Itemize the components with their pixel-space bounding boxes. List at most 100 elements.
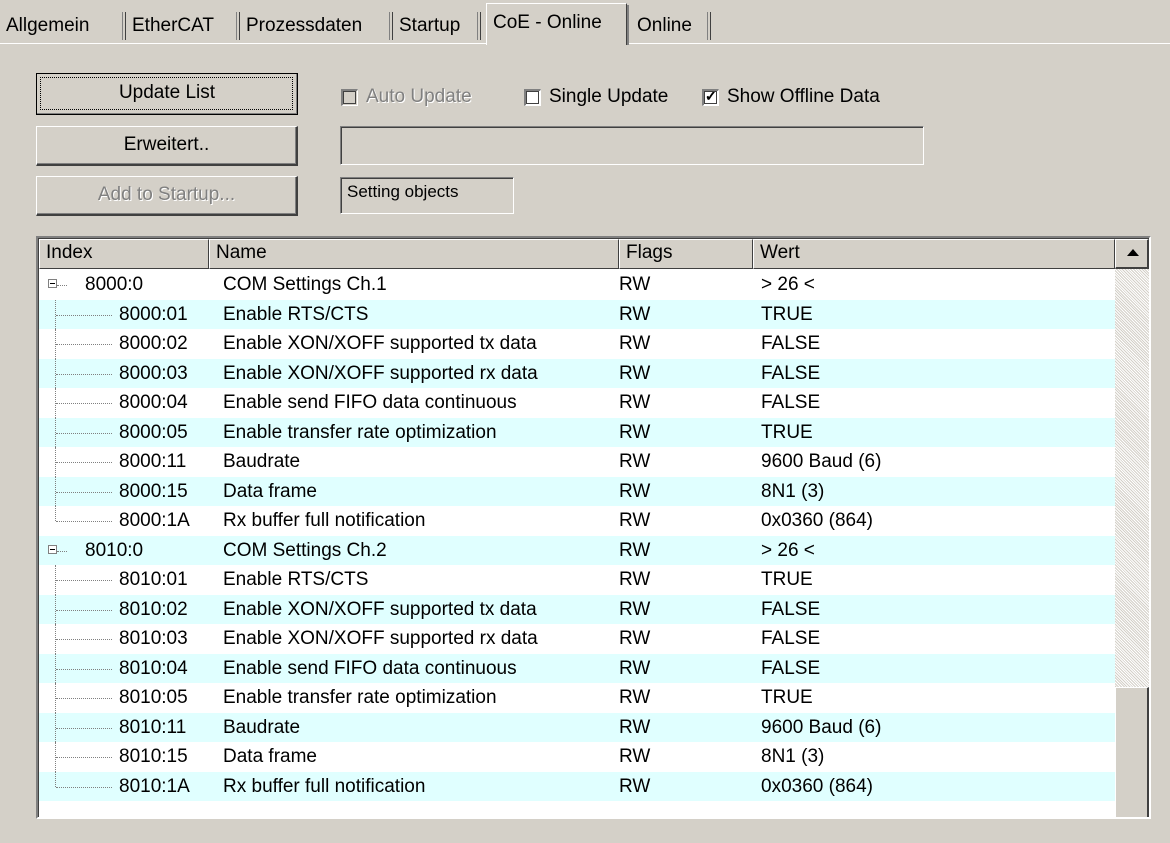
show-offline-data-checkbox[interactable]: ✓ Show Offline Data — [702, 84, 880, 110]
row-value: FALSE — [761, 598, 821, 620]
column-header-wert[interactable]: Wert — [753, 239, 1115, 269]
table-row[interactable]: 8000:04 Enable send FIFO data continuous R… — [39, 388, 1115, 418]
column-label: Index — [46, 242, 93, 263]
tab-label: Allgemein — [6, 15, 90, 36]
row-flags: RW — [619, 303, 651, 325]
table-row[interactable]: 8010:02 Enable XON/XOFF supported tx data… — [39, 594, 1115, 624]
tab-ethercat[interactable]: EtherCAT — [126, 10, 240, 43]
tree-connector — [56, 698, 112, 699]
update-list-label: Update List — [118, 82, 216, 103]
row-value: 8N1 (3) — [761, 746, 825, 767]
row-flags: RW — [619, 657, 651, 679]
row-flags: RW — [619, 687, 651, 708]
row-flags: RW — [619, 539, 651, 561]
table-row[interactable]: 8000:02 Enable XON/XOFF supported tx data… — [39, 329, 1115, 359]
row-flags: RW — [619, 510, 651, 531]
table-row[interactable]: 8010:01 Enable RTS/CTS RW TRUE — [39, 565, 1115, 595]
scroll-thumb[interactable] — [1115, 687, 1149, 817]
column-label: Name — [216, 242, 267, 263]
table-row[interactable]: 8010:05 Enable transfer rate optimization… — [39, 683, 1115, 713]
group-row[interactable]: 8000:0 COM Settings Ch.1 RW > 26 < — [39, 270, 1115, 300]
group-row[interactable]: 8010:0 COM Settings Ch.2 RW > 26 < — [39, 535, 1115, 565]
row-flags: RW — [619, 451, 651, 472]
scroll-up-button[interactable] — [1115, 239, 1149, 269]
table-row[interactable]: 8010:11 Baudrate RW 9600 Baud (6) — [39, 712, 1115, 742]
tab-bar: Allgemein EtherCAT Prozessdaten Startup … — [0, 0, 1170, 45]
add-to-startup-button[interactable]: Add to Startup... — [36, 176, 298, 216]
column-header-flags[interactable]: Flags — [619, 239, 753, 269]
column-header-name[interactable]: Name — [209, 239, 619, 269]
row-value: > 26 < — [761, 539, 815, 561]
object-list[interactable]: Index Name Flags Wert 8000:0 COM Settings… — [36, 236, 1151, 819]
tree-connector — [56, 639, 112, 640]
single-update-box[interactable] — [524, 88, 541, 106]
tree-connector — [56, 432, 112, 434]
row-flags: RW — [619, 598, 651, 620]
row-name: Enable transfer rate optimization — [223, 687, 497, 708]
show-offline-data-box[interactable]: ✓ — [702, 88, 719, 106]
tree-connector — [56, 462, 112, 463]
row-flags: RW — [619, 775, 651, 797]
auto-update-box[interactable] — [341, 88, 358, 106]
list-rows: 8000:0 COM Settings Ch.1 RW > 26 <8000:01 En… — [39, 270, 1115, 801]
row-flags: RW — [619, 746, 651, 767]
table-row[interactable]: 8000:1A Rx buffer full notification RW 0x03… — [39, 506, 1115, 536]
tab-prozessdaten[interactable]: Prozessdaten — [240, 10, 393, 43]
collapse-icon[interactable] — [48, 279, 57, 288]
row-flags: RW — [619, 569, 651, 590]
table-row[interactable]: 8000:11 Baudrate RW 9600 Baud (6) — [39, 447, 1115, 477]
table-row[interactable]: 8010:15 Data frame RW 8N1 (3) — [39, 742, 1115, 772]
table-row[interactable]: 8010:04 Enable send FIFO data continuous R… — [39, 653, 1115, 683]
tree-connector — [56, 609, 112, 611]
table-row[interactable]: 8010:03 Enable XON/XOFF supported rx data… — [39, 624, 1115, 654]
table-row[interactable]: 8000:03 Enable XON/XOFF supported rx data… — [39, 358, 1115, 388]
tree-connector — [56, 373, 112, 375]
tree-connector — [55, 771, 56, 787]
tab-online[interactable]: Online — [631, 10, 711, 43]
erweitert-button[interactable]: Erweitert.. — [36, 126, 298, 166]
row-name: Rx buffer full notification — [223, 775, 426, 797]
add-to-startup-label: Add to Startup... — [97, 184, 236, 205]
row-name: Baudrate — [223, 716, 301, 738]
row-name: Enable XON/XOFF supported rx data — [223, 628, 538, 649]
vertical-scrollbar[interactable] — [1115, 239, 1149, 817]
single-update-label: Single Update — [549, 86, 669, 107]
tab-label: EtherCAT — [132, 15, 215, 36]
row-value: TRUE — [761, 421, 813, 443]
table-row[interactable]: 8000:05 Enable transfer rate optimization… — [39, 417, 1115, 447]
row-value: FALSE — [761, 392, 821, 413]
row-value: 9600 Baud (6) — [761, 451, 882, 472]
row-name: Enable send FIFO data continuous — [223, 392, 517, 413]
status-field — [340, 126, 924, 165]
tree-connector — [56, 727, 112, 729]
tab-startup[interactable]: Startup — [393, 10, 481, 43]
row-flags: RW — [619, 362, 651, 384]
update-list-button[interactable]: Update List — [36, 73, 298, 115]
auto-update-checkbox[interactable]: Auto Update — [341, 84, 472, 110]
collapse-icon[interactable] — [48, 544, 57, 554]
tree-connector — [57, 550, 67, 552]
row-flags: RW — [619, 716, 651, 738]
single-update-checkbox[interactable]: Single Update — [524, 84, 668, 110]
tree-connector — [56, 757, 112, 758]
row-flags: RW — [619, 274, 651, 295]
column-label: Wert — [760, 242, 800, 263]
row-name: Enable XON/XOFF supported tx data — [223, 598, 537, 620]
tree-connector — [56, 403, 112, 404]
arrow-up-icon — [1127, 249, 1139, 256]
table-row[interactable]: 8000:15 Data frame RW 8N1 (3) — [39, 476, 1115, 506]
tab-allgemein[interactable]: Allgemein — [0, 10, 126, 43]
row-flags: RW — [619, 480, 651, 502]
column-header-index[interactable]: Index — [39, 239, 209, 269]
tree-connector — [56, 491, 112, 493]
table-row[interactable]: 8010:1A Rx buffer full notification RW 0x03… — [39, 771, 1115, 801]
row-name: Data frame — [223, 480, 317, 502]
row-name: COM Settings Ch.2 — [223, 539, 387, 561]
tree-connector — [55, 506, 56, 521]
table-row[interactable]: 8000:01 Enable RTS/CTS RW TRUE — [39, 299, 1115, 329]
tab-coe-online[interactable]: CoE - Online — [486, 3, 629, 45]
row-flags: RW — [619, 421, 651, 443]
setting-objects-field: Setting objects — [340, 177, 514, 214]
row-name: Enable transfer rate optimization — [223, 421, 497, 443]
row-value: FALSE — [761, 362, 821, 384]
